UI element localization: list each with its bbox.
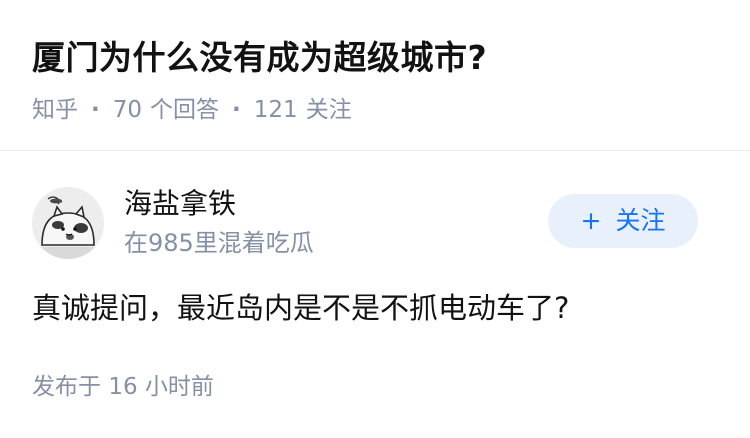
page: 厦门为什么没有成为超级城市? 知乎 · 70 个回答 · 121 关注 海盐拿铁… [0, 0, 750, 438]
meta-separator: · [232, 96, 241, 123]
cat-avatar-icon [32, 187, 104, 259]
follow-button[interactable]: + 关注 [548, 194, 698, 248]
published-time-value: 16 小时前 [108, 374, 214, 400]
answer-count-label: 个回答 [150, 96, 220, 123]
answer-content[interactable]: 真诚提问，最近岛内是不是不抓电动车了? [32, 286, 569, 330]
plus-icon: + [580, 206, 602, 235]
question-meta: 知乎 · 70 个回答 · 121 关注 [32, 92, 352, 127]
follower-count: 121 [253, 96, 298, 123]
question-header: 厦门为什么没有成为超级城市? 知乎 · 70 个回答 · 121 关注 [0, 0, 750, 150]
author-block: 海盐拿铁 在985里混着吃瓜 + 关注 [0, 170, 750, 280]
author-name[interactable]: 海盐拿铁 [124, 184, 236, 224]
meta-separator: · [91, 96, 100, 123]
published-time: 发布于 16 小时前 [32, 370, 214, 404]
author-bio: 在985里混着吃瓜 [124, 229, 314, 257]
follow-button-label: 关注 [615, 206, 666, 235]
published-label: 发布于 [32, 374, 101, 400]
question-title[interactable]: 厦门为什么没有成为超级城市? [32, 34, 487, 82]
avatar[interactable] [32, 187, 104, 259]
divider [0, 150, 750, 151]
answer-count: 70 [112, 96, 143, 123]
source-label[interactable]: 知乎 [32, 93, 78, 127]
follower-count-label: 关注 [305, 96, 352, 123]
